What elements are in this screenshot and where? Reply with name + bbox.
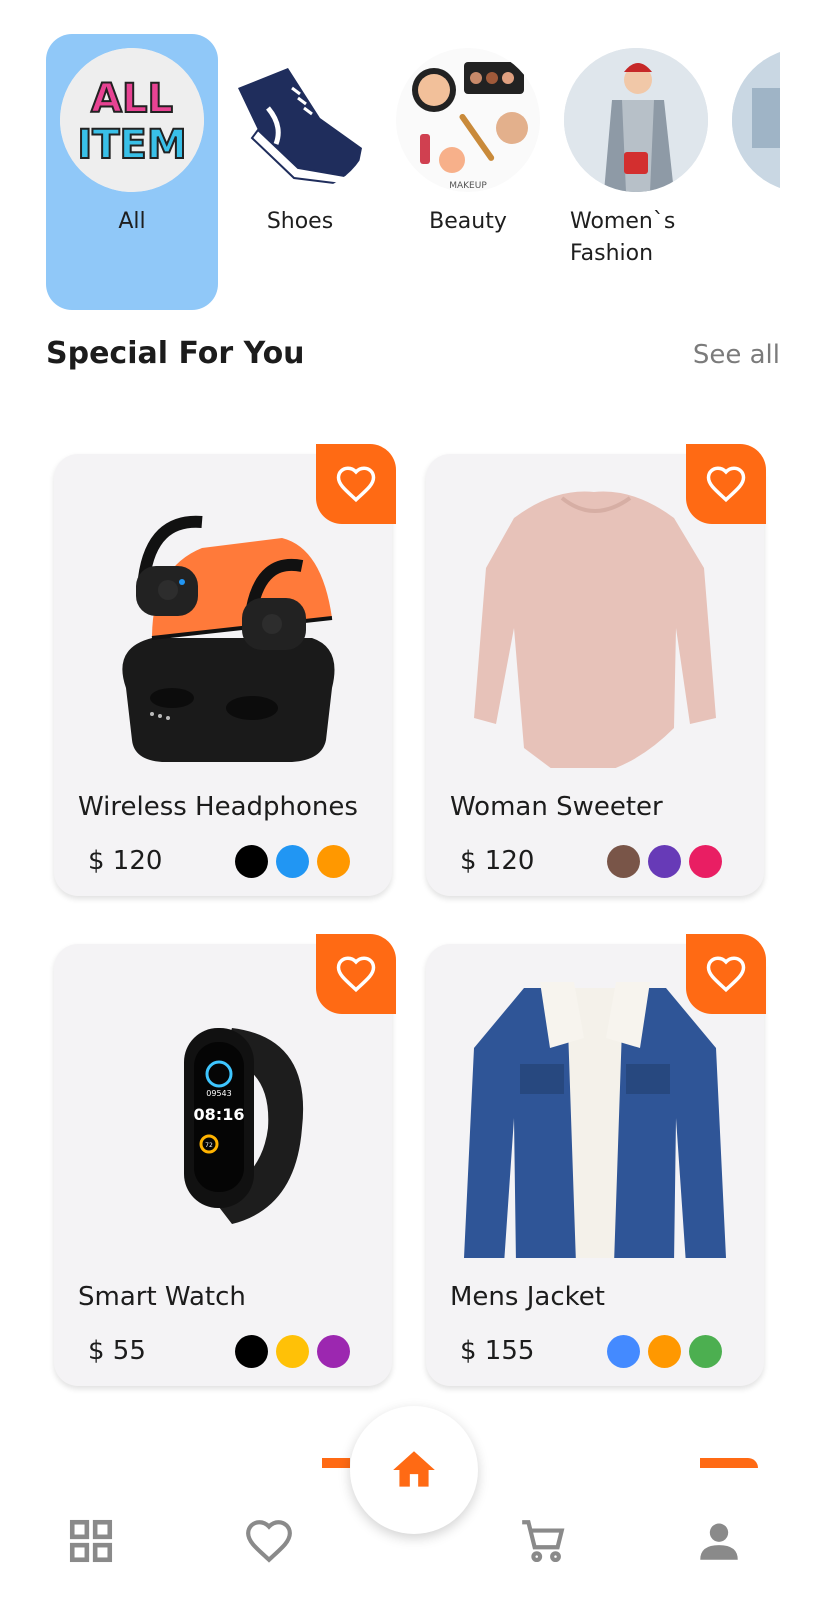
earbuds-image <box>82 478 364 768</box>
svg-text:08:16: 08:16 <box>194 1105 245 1124</box>
women-fashion-image <box>564 48 708 192</box>
cart-icon[interactable] <box>518 1516 568 1566</box>
color-swatch-yellow[interactable] <box>276 1335 309 1368</box>
svg-text:ITEM: ITEM <box>77 122 186 168</box>
svg-text:MAKEUP: MAKEUP <box>449 181 487 191</box>
color-swatch-purple[interactable] <box>317 1335 350 1368</box>
color-swatch-orange[interactable] <box>648 1335 681 1368</box>
color-swatch-black[interactable] <box>235 845 268 878</box>
heart-outline-icon <box>706 466 746 503</box>
see-all-link[interactable]: See all <box>693 340 780 370</box>
favorite-button[interactable] <box>686 934 766 1014</box>
grid-icon[interactable] <box>66 1516 116 1566</box>
category-next-image <box>732 48 780 192</box>
color-swatch-blue[interactable] <box>607 1335 640 1368</box>
favorite-button[interactable] <box>316 934 396 1014</box>
heart-outline-icon <box>706 956 746 993</box>
favorite-button[interactable] <box>316 444 396 524</box>
color-swatch-green[interactable] <box>689 1335 722 1368</box>
section-title: Special For You <box>46 336 305 371</box>
category-carousel[interactable]: ALL ITEM All Shoes MAKEUP Beauty Women`s… <box>46 34 780 310</box>
sneaker-image <box>228 48 372 192</box>
color-options <box>607 1335 722 1368</box>
category-next[interactable] <box>718 34 780 310</box>
category-label: Women`s Fashion <box>570 209 676 266</box>
category-beauty[interactable]: MAKEUP Beauty <box>382 34 554 310</box>
color-swatch-orange[interactable] <box>317 845 350 878</box>
smartwatch-image: 09543 08:16 72 <box>82 968 364 1258</box>
category-label: All <box>118 209 146 234</box>
color-options <box>235 1335 350 1368</box>
product-price: $ 120 <box>88 846 163 876</box>
sweater-image <box>454 478 736 778</box>
category-womens-fashion[interactable]: Women`s Fashion <box>550 34 722 310</box>
color-options <box>607 845 722 878</box>
all-items-logo: ALL ITEM <box>60 48 204 192</box>
product-price: $ 155 <box>460 1336 535 1366</box>
profile-icon[interactable] <box>694 1516 744 1566</box>
category-shoes[interactable]: Shoes <box>214 34 386 310</box>
heart-outline-icon <box>336 466 376 503</box>
product-price: $ 120 <box>460 846 535 876</box>
category-label: Beauty <box>429 209 507 234</box>
product-name: Woman Sweeter <box>450 792 663 822</box>
home-icon <box>393 1451 435 1487</box>
category-label: Shoes <box>266 209 334 234</box>
color-swatch-pink[interactable] <box>689 845 722 878</box>
color-swatch-black[interactable] <box>235 1335 268 1368</box>
heart-icon[interactable] <box>244 1516 294 1566</box>
heart-outline-icon <box>336 956 376 993</box>
product-price: $ 55 <box>88 1336 146 1366</box>
color-swatch-brown[interactable] <box>607 845 640 878</box>
svg-text:09543: 09543 <box>206 1089 231 1098</box>
product-name: Wireless Headphones <box>78 792 358 822</box>
category-all[interactable]: ALL ITEM All <box>46 34 218 310</box>
color-options <box>235 845 350 878</box>
next-row-fav-peek <box>322 1458 350 1468</box>
svg-text:72: 72 <box>205 1142 213 1149</box>
home-button[interactable] <box>350 1406 478 1534</box>
color-swatch-purple[interactable] <box>648 845 681 878</box>
makeup-image: MAKEUP <box>396 48 540 192</box>
next-row-fav-peek <box>700 1458 758 1468</box>
color-swatch-blue[interactable] <box>276 845 309 878</box>
svg-text:ALL: ALL <box>91 76 173 122</box>
favorite-button[interactable] <box>686 444 766 524</box>
denim-jacket-image <box>454 968 736 1264</box>
product-name: Smart Watch <box>78 1282 246 1312</box>
product-name: Mens Jacket <box>450 1282 605 1312</box>
